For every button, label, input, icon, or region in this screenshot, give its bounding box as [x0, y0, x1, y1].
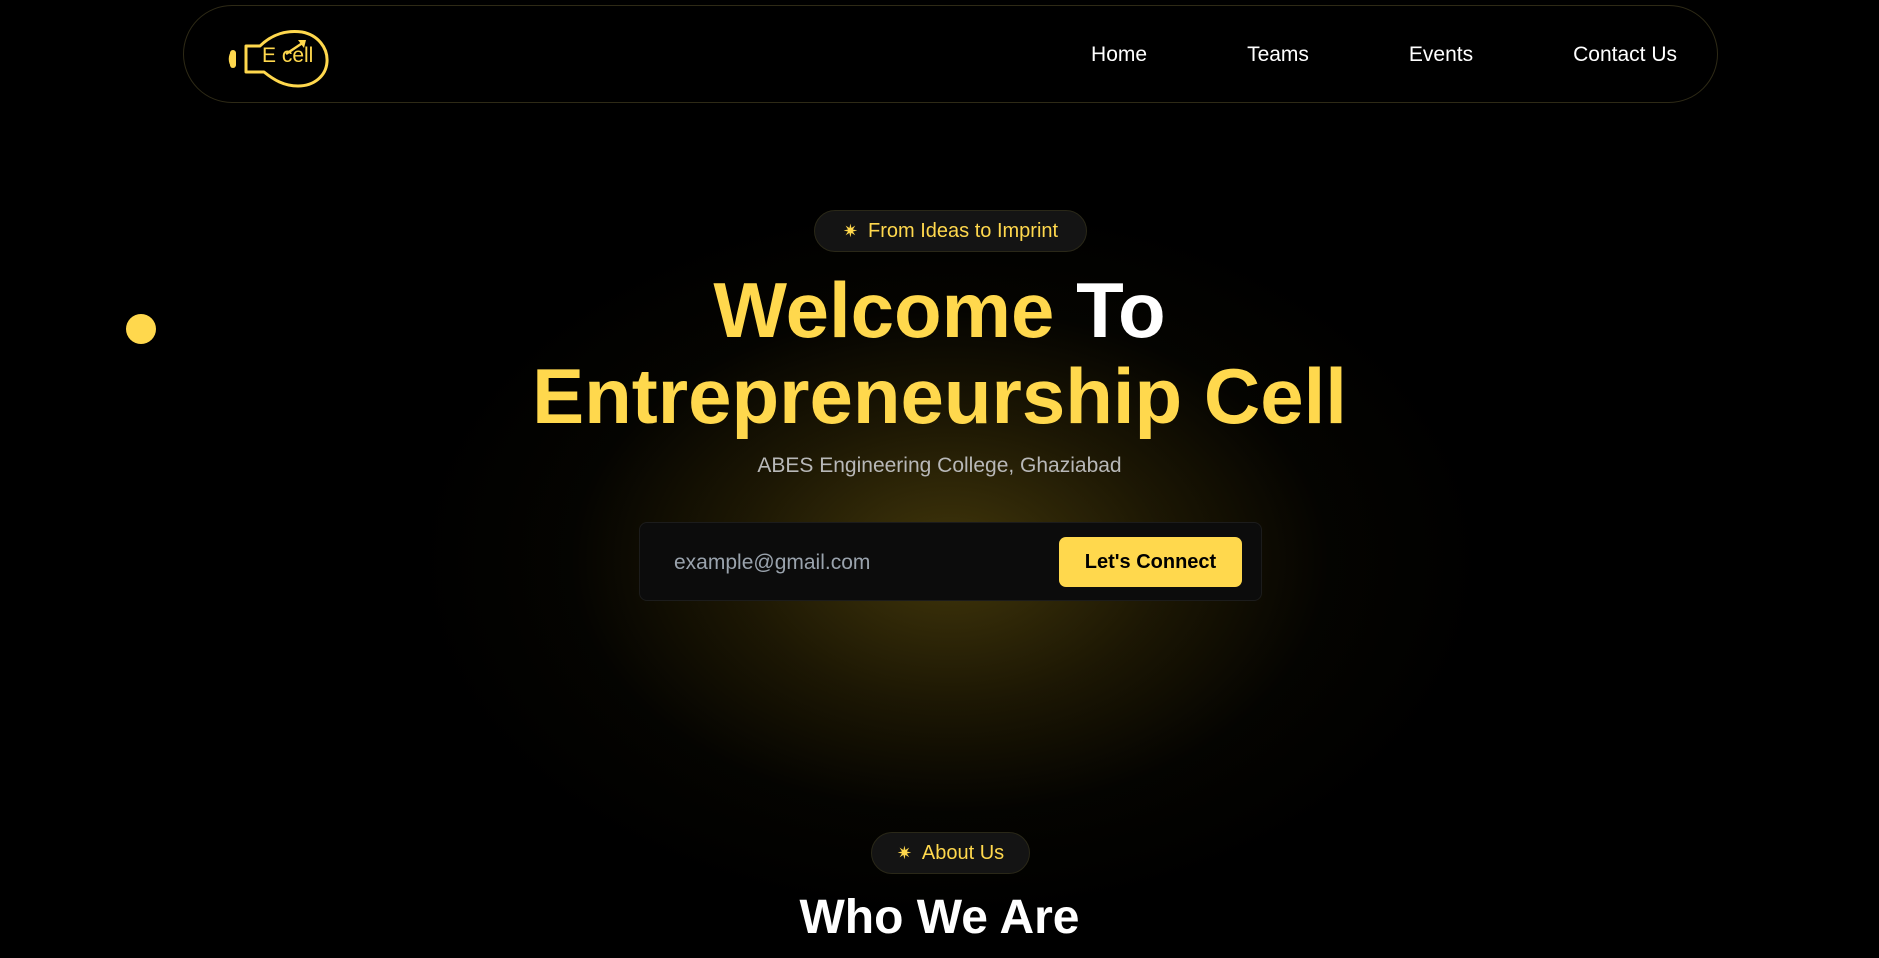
sparkle-icon: ✷ [896, 842, 912, 863]
who-we-are-title: Who We Are [799, 891, 1080, 944]
about-badge: ✷ About Us [871, 832, 1030, 874]
nav-link-contact-us[interactable]: Contact Us [1573, 43, 1677, 67]
logo-text: E cell [262, 44, 314, 67]
hero-badge-text: From Ideas to Imprint [868, 219, 1059, 242]
lets-connect-button[interactable]: Let's Connect [1059, 537, 1242, 587]
navbar: E cell Home Teams Events Contact Us [183, 5, 1718, 103]
connect-form: Let's Connect [639, 522, 1262, 601]
hero-title-welcome: Welcome [713, 266, 1055, 354]
nav-link-home[interactable]: Home [1091, 43, 1147, 67]
ecell-logo[interactable]: E cell [222, 24, 332, 88]
nav-links: Home Teams Events Contact Us [1091, 6, 1677, 104]
nav-link-teams[interactable]: Teams [1247, 43, 1309, 67]
sparkle-icon: ✷ [842, 220, 859, 241]
hero-title-line1: Welcome To [0, 266, 1879, 354]
hero-glow [250, 60, 1650, 958]
hero-title-to: To [1076, 266, 1166, 354]
hero-subtitle: ABES Engineering College, Ghaziabad [757, 454, 1122, 477]
nav-link-events[interactable]: Events [1409, 43, 1473, 67]
email-input[interactable] [660, 537, 1056, 589]
about-badge-text: About Us [921, 841, 1005, 864]
hero-badge: ✷ From Ideas to Imprint [814, 210, 1087, 252]
hero-title-line2: Entrepreneurship Cell [532, 352, 1347, 440]
